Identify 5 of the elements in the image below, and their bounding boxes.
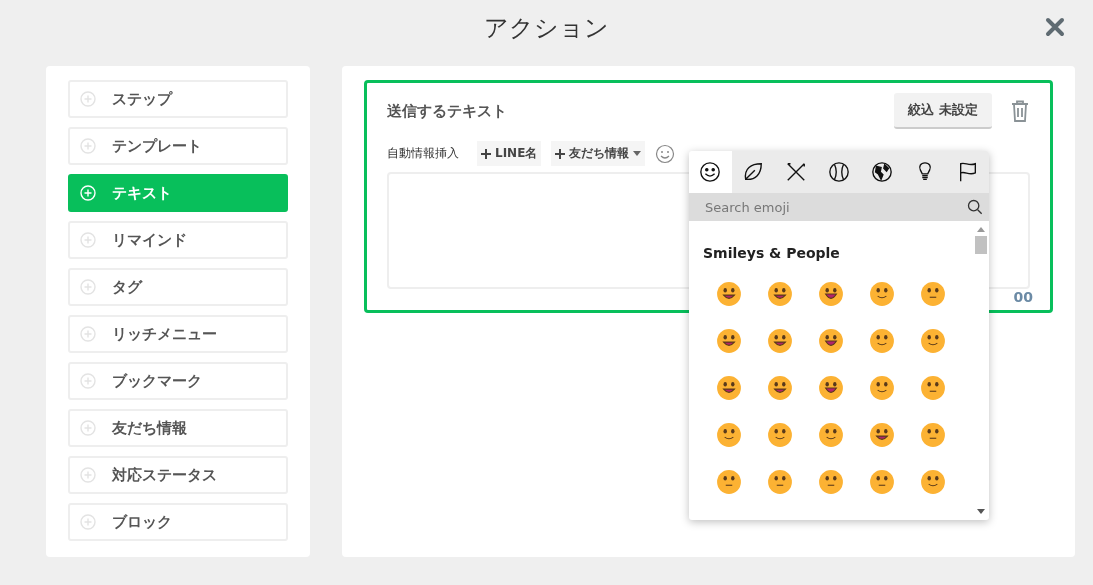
card-title: 送信するテキスト xyxy=(387,101,508,121)
character-counter: 00 xyxy=(1013,289,1033,305)
page-title: アクション xyxy=(484,13,609,44)
insert-label: 自動情報挿入 xyxy=(387,145,459,162)
section-title: Smileys & People xyxy=(703,245,841,261)
